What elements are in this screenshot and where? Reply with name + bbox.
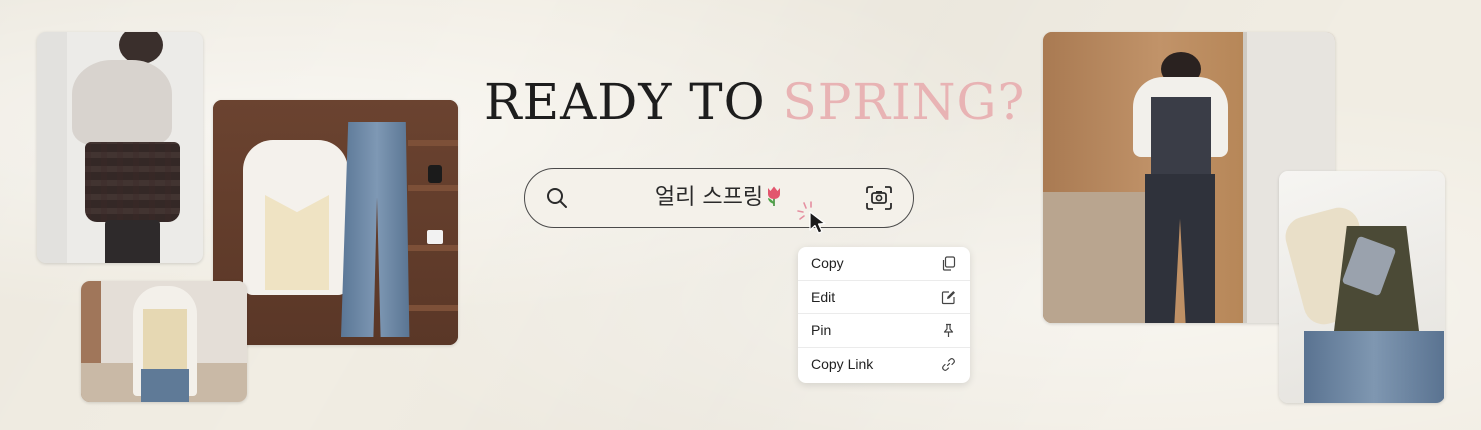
search-bar[interactable]: 얼리 스프링 bbox=[524, 168, 914, 228]
pin-icon bbox=[943, 323, 954, 337]
search-query-text: 얼리 스프링 bbox=[654, 185, 764, 210]
title-part-ready-to: READY TO bbox=[484, 73, 783, 131]
menu-item-copy[interactable]: Copy bbox=[798, 247, 970, 281]
outfit-photo-flatlay-khaki-cami bbox=[1279, 171, 1445, 403]
search-icon[interactable] bbox=[545, 186, 569, 210]
menu-item-copy-link[interactable]: Copy Link bbox=[798, 348, 970, 382]
camera-scan-icon[interactable] bbox=[865, 185, 893, 211]
mouse-cursor-icon bbox=[797, 201, 826, 234]
edit-icon bbox=[941, 290, 955, 304]
menu-item-label: Pin bbox=[811, 322, 832, 338]
menu-item-label: Copy Link bbox=[811, 355, 874, 372]
menu-item-label: Edit bbox=[811, 288, 836, 305]
menu-item-label: Copy bbox=[811, 255, 844, 271]
search-input[interactable]: 얼리 스프링 bbox=[615, 183, 823, 213]
copy-icon bbox=[942, 256, 956, 271]
outfit-photo-plaid-skirt bbox=[37, 32, 203, 263]
tulip-icon bbox=[768, 186, 781, 206]
menu-item-edit[interactable]: Edit bbox=[798, 281, 970, 314]
banner-title: READY TO SPRING? bbox=[484, 72, 1024, 132]
link-icon bbox=[942, 357, 955, 371]
context-menu: Copy Edit Pin Copy Link bbox=[798, 247, 970, 383]
title-part-spring: SPRING? bbox=[782, 73, 1026, 131]
outfit-photo-flatlay-blouse-jeans bbox=[213, 100, 458, 345]
outfit-photo-cami-jeans bbox=[81, 281, 247, 402]
menu-item-pin[interactable]: Pin bbox=[798, 314, 970, 348]
